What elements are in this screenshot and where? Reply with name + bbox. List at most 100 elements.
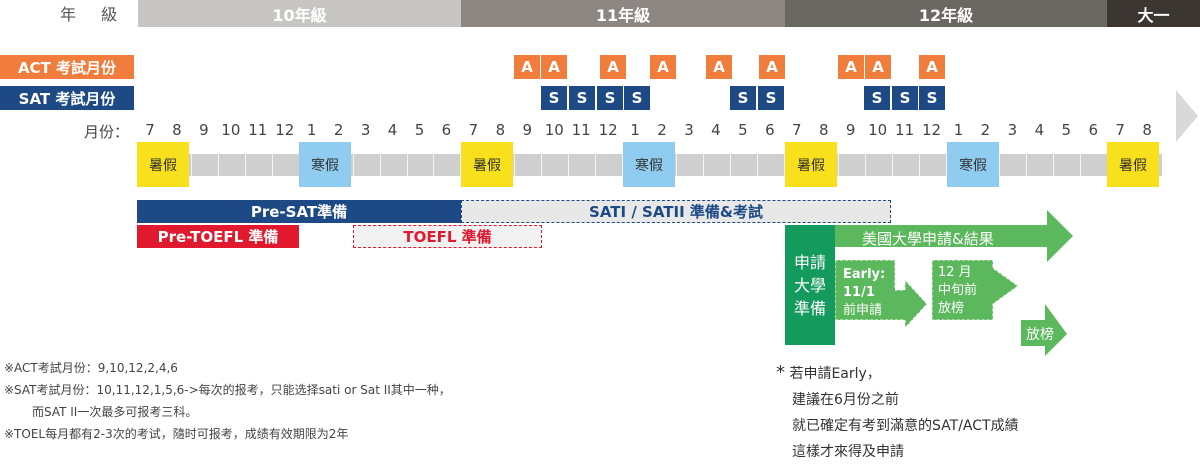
sat-box: S — [758, 86, 784, 110]
month-label: 4 — [387, 121, 398, 139]
month-label: 2 — [333, 121, 344, 139]
timeline-tick — [433, 154, 434, 176]
early-line: 前申請 — [843, 303, 883, 318]
act-box: A — [541, 55, 567, 79]
month-label: 8 — [172, 121, 182, 139]
act-box: A — [650, 55, 676, 79]
act-box: A — [865, 55, 891, 79]
tip-line: 建議在6月份之前 — [792, 392, 899, 408]
winter-vacation: 寒假 — [947, 142, 999, 187]
month-label: 4 — [1034, 121, 1045, 139]
act-box: A — [600, 55, 626, 79]
summer-vacation: 暑假 — [785, 142, 837, 187]
month-label: 1 — [630, 121, 640, 139]
note-line: ※SAT考試月份：10,11,12,1,5,6->每次的报考，只能选择sati … — [4, 383, 451, 397]
summer-vacation: 暑假 — [461, 142, 513, 187]
timeline-tick — [1080, 154, 1081, 176]
timeline-tick — [380, 154, 381, 176]
timeline-tick — [919, 154, 920, 176]
sat-box: S — [569, 86, 595, 110]
month-label: 3 — [1007, 121, 1018, 139]
timeline-tick — [999, 154, 1000, 176]
month-label: 11 — [571, 121, 591, 139]
timeline-tick — [541, 154, 542, 176]
month-label: 1 — [953, 121, 964, 139]
act-box: A — [759, 55, 785, 79]
december-text: 12 月 中旬前 放榜 — [938, 264, 977, 318]
month-label: 10 — [221, 121, 241, 139]
winter-vacation: 寒假 — [299, 142, 351, 187]
application-prep-line: 申請 — [793, 252, 826, 272]
timeline-tick — [272, 154, 273, 176]
sat-box: S — [597, 86, 623, 110]
timeline-tick — [730, 154, 731, 176]
month-label: 10 — [544, 121, 564, 139]
month-label: 7 — [1115, 121, 1125, 139]
timeline-tick — [892, 154, 893, 176]
month-label: 10 — [868, 121, 888, 139]
month-label: 8 — [818, 121, 829, 139]
note-line: 而SAT II一次最多可报考三科。 — [32, 405, 198, 419]
winter-vacation: 寒假 — [623, 142, 675, 187]
month-label: 11 — [248, 121, 268, 139]
month-label: 6 — [441, 121, 452, 139]
note-line: ※ACT考試月份：9,10,12,2,4,6 — [4, 361, 178, 375]
pre-toefl-prep-bar: Pre-TOEFL 準備 — [137, 225, 299, 248]
month-label: 3 — [360, 121, 371, 139]
month-label: 2 — [980, 121, 991, 139]
sat-box: S — [864, 86, 890, 110]
month-label: 5 — [738, 121, 748, 139]
timeline-tick — [1053, 154, 1054, 176]
grade-segment-11: 11年級 — [461, 0, 785, 27]
notes: ※ACT考試月份：9,10,12,2,4,6 ※SAT考試月份：10,11,12… — [4, 357, 524, 445]
month-row-label: 月份： — [84, 123, 130, 141]
act-box: A — [706, 55, 732, 79]
sat-box: S — [730, 86, 756, 110]
sat-row-label: SAT 考試月份 — [0, 86, 134, 110]
month-label: 5 — [1061, 121, 1072, 139]
month-label: 7 — [145, 121, 155, 139]
month-label: 4 — [711, 121, 721, 139]
timeline-tick — [245, 154, 246, 176]
early-line: 11/1 — [843, 285, 875, 300]
timeline-tick — [757, 154, 758, 176]
tip-line: 就已確定有考到滿意的SAT/ACT成績 — [792, 418, 1019, 434]
timeline-tick — [838, 154, 839, 176]
month-label: 12 — [922, 121, 942, 139]
act-box: A — [514, 55, 540, 79]
act-box: A — [919, 55, 945, 79]
december-line: 放榜 — [938, 301, 965, 316]
application-prep-box: 申請 大學 準備 — [785, 225, 835, 345]
month-label: 8 — [495, 121, 506, 139]
summer-vacation: 暑假 — [1107, 142, 1159, 187]
early-line: Early: — [843, 267, 886, 282]
tip-line: 這樣才來得及申請 — [792, 444, 904, 460]
month-label: 5 — [414, 121, 425, 139]
timeline-tick — [191, 154, 192, 176]
results-label: 美國大學申請&結果 — [862, 230, 994, 248]
summer-vacation: 暑假 — [137, 142, 189, 187]
month-label: 12 — [598, 121, 618, 139]
regular-label: Regular:12/31 前申請 — [843, 326, 968, 339]
act-box: A — [838, 55, 864, 79]
grade-segment-college: 大一 — [1107, 0, 1200, 27]
month-label: 9 — [199, 121, 209, 139]
grade-segment-12: 12年級 — [785, 0, 1107, 27]
month-label: 2 — [657, 121, 667, 139]
toefl-prep-bar: TOEFL 準備 — [353, 225, 542, 248]
tip-line: * 若申請Early， — [776, 360, 1136, 387]
month-label: 1 — [306, 121, 317, 139]
sat-prep-bar: SATI / SATII 準備&考試 — [461, 200, 891, 223]
month-label: 9 — [522, 121, 533, 139]
grade-row-label: 年 級 — [60, 5, 128, 24]
grade-segment-10: 10年級 — [138, 0, 461, 27]
timeline-arrow-icon — [1176, 90, 1198, 142]
note-line: ※TOEL每月都有2-3次的考试，隨时可报考，成绩有效期限为2年 — [4, 427, 349, 441]
december-line: 中旬前 — [938, 283, 978, 298]
sat-box: S — [892, 86, 918, 110]
release-label: 放榜 — [1026, 327, 1054, 343]
month-label: 8 — [1142, 121, 1152, 139]
pre-sat-prep-bar: Pre-SAT準備 — [137, 200, 461, 223]
application-prep-line: 大學 — [793, 275, 826, 295]
sat-box: S — [624, 86, 650, 110]
